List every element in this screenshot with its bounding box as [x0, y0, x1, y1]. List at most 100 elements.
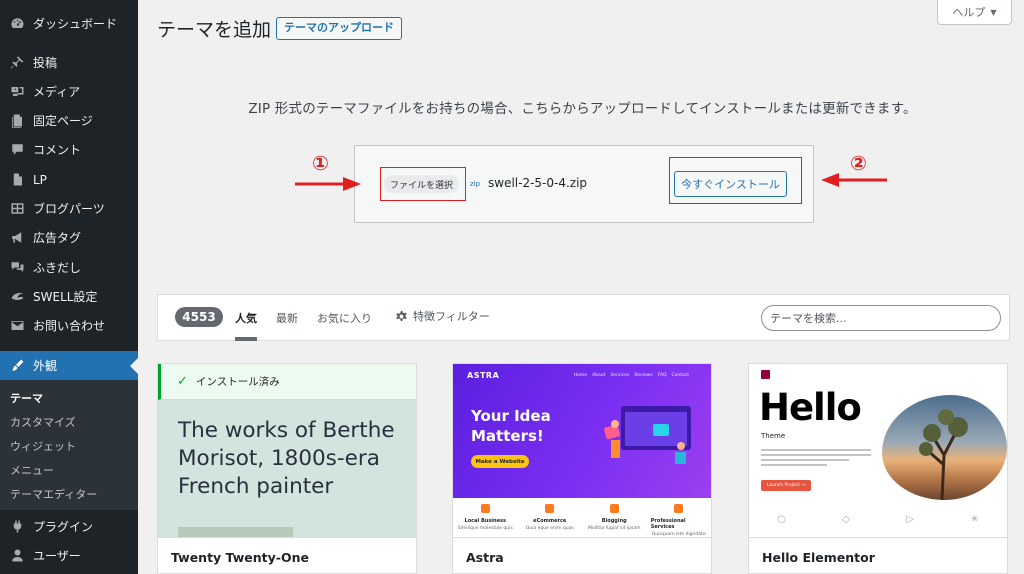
service-title: eCommerce — [533, 518, 567, 524]
gear-icon — [396, 310, 407, 321]
caret-down-icon: ▼ — [990, 7, 997, 17]
preview-nav-item: Reviews — [634, 373, 653, 378]
feature-filter-button[interactable]: 特徴フィルター — [395, 308, 490, 324]
theme-card-twenty-twenty-one[interactable]: ✓ インストール済み The works of Berthe Morisot, … — [157, 363, 417, 574]
mail-icon — [8, 317, 26, 335]
sidebar-item-appearance[interactable]: 外観 — [0, 351, 138, 380]
sidebar-item-ad-tags[interactable]: 広告タグ — [0, 223, 138, 252]
submenu-item-menus[interactable]: メニュー — [10, 462, 54, 478]
feature-filter-label: 特徴フィルター — [413, 310, 490, 323]
theme-name: Twenty Twenty-One — [158, 537, 416, 573]
left-arrow-icon — [821, 173, 887, 187]
preview-nav: Home About Services Reviews FAQ Contact — [574, 373, 689, 378]
bulb-icon: ○ — [777, 514, 786, 525]
preview-cta: Make a Website — [471, 455, 529, 468]
appearance-submenu: テーマ カスタマイズ ウィジェット メニュー テーマエディター — [0, 380, 138, 510]
installed-notice: ✓ インストール済み — [158, 364, 416, 400]
theme-screenshot: ASTRA Home About Services Reviews FAQ Co… — [453, 364, 711, 537]
preview-service: eCommerce Quia eque enim quas — [522, 504, 578, 537]
service-text: Similique molestiae quis — [457, 526, 513, 531]
help-button[interactable]: ヘルプ ▼ — [937, 0, 1012, 25]
service-icon — [609, 504, 619, 513]
sidebar-item-label: ユーザー — [33, 549, 81, 563]
sidebar-item-label: ふきだし — [33, 261, 82, 275]
sidebar-item-label: 投稿 — [33, 56, 58, 70]
sidebar-item-lp[interactable]: LP — [0, 165, 138, 194]
sidebar-item-posts[interactable]: 投稿 — [0, 48, 138, 77]
dashboard-icon — [8, 15, 26, 33]
tab-popular[interactable]: 人気 — [235, 310, 257, 326]
theme-count-badge: 4553 — [175, 307, 223, 327]
service-text: Quia eque enim quas — [525, 526, 574, 531]
diamond-icon: ◇ — [842, 514, 850, 525]
preview-feature-icons: ○ ◇ ▷ ✳ — [749, 514, 1007, 525]
document-icon — [8, 171, 26, 189]
install-now-button[interactable]: 今すぐインストール — [674, 171, 787, 197]
page-title: テーマを追加 — [157, 19, 272, 41]
elementor-logo-icon — [761, 370, 770, 379]
sidebar-item-label: SWELL設定 — [33, 290, 98, 304]
theme-card-astra[interactable]: ASTRA Home About Services Reviews FAQ Co… — [452, 363, 712, 574]
sidebar-item-label: 広告タグ — [33, 231, 82, 245]
preview-nav-item: Services — [610, 373, 630, 378]
submenu-item-widgets[interactable]: ウィジェット — [10, 438, 76, 454]
annotation-number-1: ① — [312, 151, 329, 175]
service-title: Blogging — [601, 518, 627, 524]
preview-service: Professional Services Quisquam iste digni… — [651, 504, 707, 537]
sidebar-item-label: 外観 — [33, 359, 58, 373]
preview-illustration — [604, 406, 691, 464]
service-title: Local Business — [464, 518, 506, 524]
swell-icon — [8, 288, 26, 306]
sidebar-item-dashboard[interactable]: ダッシュボード — [0, 9, 138, 38]
preview-headline: The works of Berthe Morisot, 1800s-era F… — [178, 418, 395, 499]
sidebar-item-label: コメント — [33, 143, 82, 157]
sidebar-item-contact[interactable]: お問い合わせ — [0, 311, 138, 340]
preview-nav-item: About — [592, 373, 606, 378]
choose-file-button[interactable]: ファイルを選択 — [384, 175, 459, 193]
tab-favorites[interactable]: お気に入り — [317, 310, 372, 326]
speech-bubbles-icon — [8, 259, 26, 277]
service-icon — [674, 504, 684, 513]
preview-hero: ASTRA Home About Services Reviews FAQ Co… — [453, 364, 711, 498]
zip-file-icon: zip — [470, 180, 481, 188]
sidebar-item-plugins[interactable]: プラグイン — [0, 512, 138, 541]
sidebar-item-blog-parts[interactable]: ブログパーツ — [0, 194, 138, 223]
sidebar-item-label: ダッシュボード — [33, 17, 118, 31]
user-icon — [8, 547, 26, 565]
upload-theme-button[interactable]: テーマのアップロード — [276, 17, 402, 40]
sidebar-item-label: お問い合わせ — [33, 319, 106, 333]
theme-search-input[interactable] — [761, 305, 1001, 331]
preview-services: Local Business Similique molestiae quis e… — [453, 498, 711, 537]
sidebar-item-label: プラグイン — [33, 520, 94, 534]
submenu-item-theme-editor[interactable]: テーマエディター — [10, 486, 97, 502]
service-text: Mollitia fugiat sit ipsam — [588, 526, 641, 531]
grid-icon — [8, 200, 26, 218]
installed-label: インストール済み — [195, 376, 280, 388]
service-icon — [545, 504, 555, 513]
sidebar-item-comments[interactable]: コメント — [0, 135, 138, 164]
submenu-item-themes[interactable]: テーマ — [10, 390, 43, 406]
sidebar-item-balloons[interactable]: ふきだし — [0, 253, 138, 282]
theme-card-hello-elementor[interactable]: Hello Theme Launch Project → ○ ◇ ▷ ✳ Hel… — [748, 363, 1008, 574]
preview-headline: Hello — [759, 386, 862, 429]
sidebar-item-label: ブログパーツ — [33, 202, 105, 216]
theme-screenshot: ✓ インストール済み The works of Berthe Morisot, … — [158, 364, 416, 537]
upload-description: ZIP 形式のテーマファイルをお持ちの場合、こちらからアップロードしてインストー… — [248, 101, 917, 117]
comment-icon — [8, 141, 26, 159]
send-icon: ▷ — [906, 514, 915, 525]
preview-nav-item: FAQ — [657, 373, 667, 378]
joshua-tree-illustration — [919, 409, 968, 500]
tab-latest[interactable]: 最新 — [276, 310, 298, 326]
megaphone-icon — [8, 229, 26, 247]
preview-paragraph — [761, 449, 871, 469]
pin-icon — [8, 54, 26, 72]
paintbrush-icon — [8, 357, 26, 375]
sidebar-item-users[interactable]: ユーザー — [0, 541, 138, 570]
right-arrow-icon — [295, 177, 361, 191]
preview-image — [178, 527, 293, 537]
submenu-item-customize[interactable]: カスタマイズ — [10, 414, 76, 430]
snowflake-icon: ✳ — [970, 514, 979, 525]
plugin-icon — [8, 518, 26, 536]
preview-nav-item: Home — [573, 373, 588, 378]
sidebar-item-swell-settings[interactable]: SWELL設定 — [0, 282, 138, 311]
